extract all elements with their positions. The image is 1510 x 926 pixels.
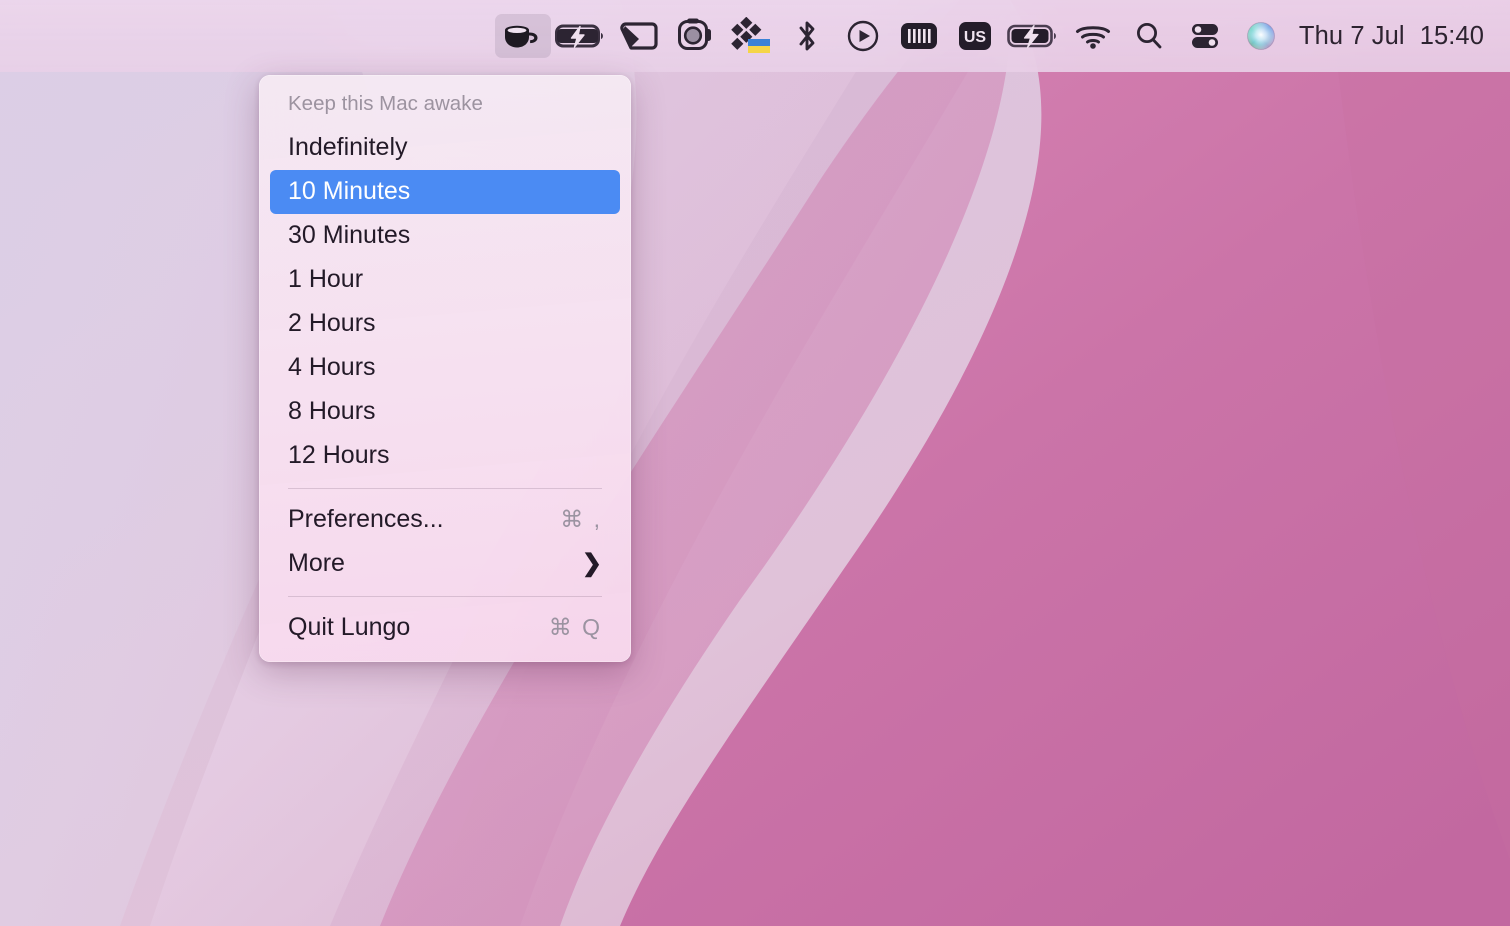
- menu-item-more[interactable]: More ❯: [270, 542, 620, 586]
- siri-icon[interactable]: [1233, 14, 1289, 58]
- menu-bar-clock[interactable]: Thu 7 Jul 15:40: [1289, 22, 1492, 51]
- search-glyph: [1133, 20, 1165, 52]
- menu-item-label: More: [288, 551, 345, 576]
- input-source-badge: US: [957, 19, 993, 53]
- menu-separator-2: [288, 596, 602, 597]
- lungo-coffee-icon[interactable]: [495, 14, 551, 58]
- camera-square-icon[interactable]: [667, 14, 723, 58]
- menu-bar-status-items: US: [495, 0, 1492, 72]
- menu-item-label: 12 Hours: [288, 443, 389, 468]
- battery-charging-outline-icon[interactable]: [551, 14, 611, 58]
- menu-item-shortcut: ⌘ ,: [560, 508, 602, 531]
- camera-square-glyph: [676, 18, 714, 54]
- menu-item-30-minutes[interactable]: 30 Minutes: [270, 214, 620, 258]
- battery-filled-glyph: [1007, 22, 1061, 50]
- wifi-icon[interactable]: [1065, 14, 1121, 58]
- menu-item-label: 4 Hours: [288, 355, 376, 380]
- menu-item-label: 1 Hour: [288, 267, 363, 292]
- rectangle-glyph: [619, 20, 659, 52]
- menu-item-label: Quit Lungo: [288, 615, 410, 640]
- coffee-cup-glyph: [501, 21, 545, 51]
- menu-item-indefinitely[interactable]: Indefinitely: [270, 126, 620, 170]
- input-source-us-icon[interactable]: US: [947, 14, 1003, 58]
- menu-item-10-minutes[interactable]: 10 Minutes: [270, 170, 620, 214]
- clock-date: Thu 7 Jul: [1299, 22, 1405, 51]
- menu-item-1-hour[interactable]: 1 Hour: [270, 258, 620, 302]
- menu-item-label: Preferences...: [288, 507, 444, 532]
- siri-orb-glyph: [1244, 19, 1278, 53]
- lungo-dropdown-menu: Keep this Mac awake Indefinitely 10 Minu…: [259, 75, 631, 662]
- rectangle-notch-icon[interactable]: [611, 14, 667, 58]
- menu-item-preferences[interactable]: Preferences... ⌘ ,: [270, 498, 620, 542]
- menu-item-quit-lungo[interactable]: Quit Lungo ⌘ Q: [270, 606, 620, 650]
- battery-outline-glyph: [555, 22, 607, 50]
- menu-item-2-hours[interactable]: 2 Hours: [270, 302, 620, 346]
- diamonds-flag-glyph: [730, 17, 772, 55]
- menu-item-12-hours[interactable]: 12 Hours: [270, 434, 620, 478]
- menu-item-4-hours[interactable]: 4 Hours: [270, 346, 620, 390]
- menu-section-header: Keep this Mac awake: [270, 89, 620, 126]
- play-circle-icon[interactable]: [835, 14, 891, 58]
- menu-item-label: 2 Hours: [288, 311, 376, 336]
- menu-item-label: Indefinitely: [288, 135, 408, 160]
- wifi-glyph: [1074, 22, 1112, 50]
- play-circle-glyph: [846, 19, 880, 53]
- battery-charging-filled-icon[interactable]: [1003, 14, 1065, 58]
- menu-item-label: 8 Hours: [288, 399, 376, 424]
- menu-item-label: 10 Minutes: [288, 179, 410, 204]
- barcode-glyph: [899, 19, 939, 53]
- input-source-label: US: [964, 29, 987, 46]
- bluetooth-icon[interactable]: [779, 14, 835, 58]
- control-center-icon[interactable]: [1177, 14, 1233, 58]
- macos-menu-bar: US: [0, 0, 1510, 72]
- menu-separator-1: [288, 488, 602, 489]
- clock-time: 15:40: [1420, 22, 1484, 51]
- bluetooth-glyph: [794, 19, 820, 53]
- menu-item-8-hours[interactable]: 8 Hours: [270, 390, 620, 434]
- desktop-wallpaper: [0, 0, 1510, 926]
- spotlight-search-icon[interactable]: [1121, 14, 1177, 58]
- chevron-right-icon: ❯: [582, 552, 602, 576]
- diamonds-flag-icon[interactable]: [723, 14, 779, 58]
- control-center-glyph: [1188, 21, 1222, 51]
- menu-item-shortcut: ⌘ Q: [549, 616, 602, 639]
- barcode-icon[interactable]: [891, 14, 947, 58]
- menu-item-label: 30 Minutes: [288, 223, 410, 248]
